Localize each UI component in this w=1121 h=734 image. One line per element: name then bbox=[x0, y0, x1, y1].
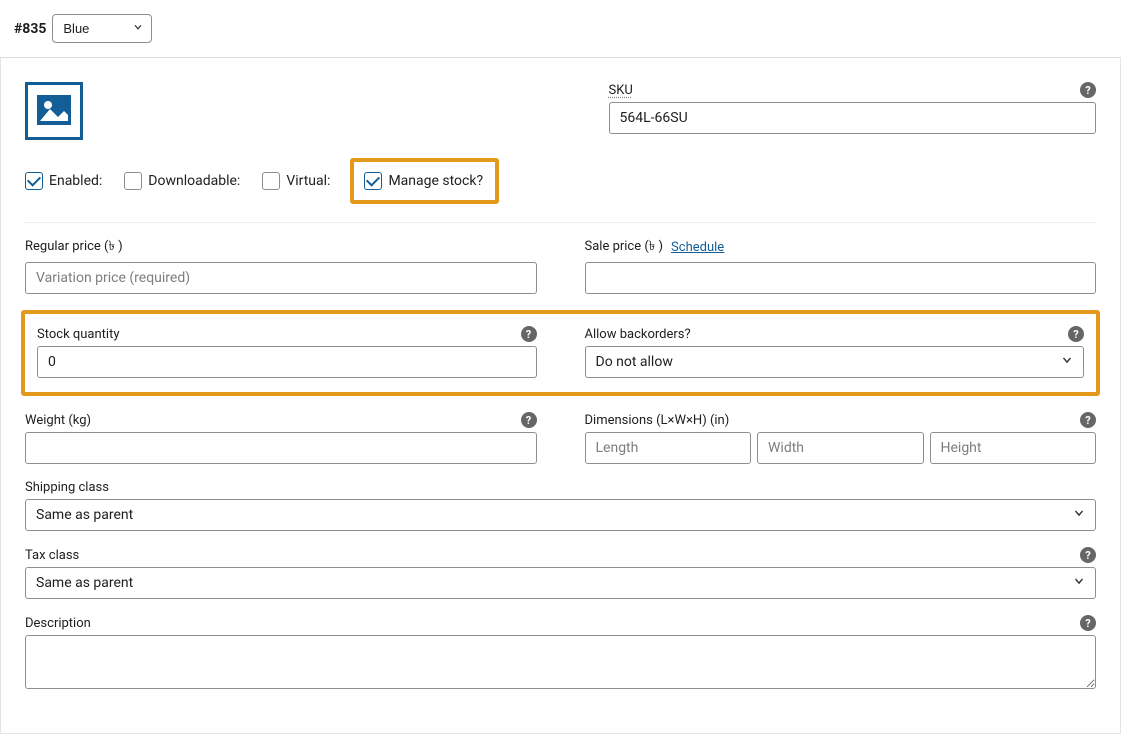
shipping-class-field: Shipping class Same as parent bbox=[25, 480, 1096, 531]
manage-stock-highlight: Manage stock? bbox=[350, 158, 499, 204]
shipping-class-label: Shipping class bbox=[25, 480, 109, 495]
backorders-col: Allow backorders? ? Do not allow bbox=[585, 326, 1085, 378]
backorders-label: Allow backorders? bbox=[585, 327, 691, 342]
description-label-row: Description ? bbox=[25, 615, 1096, 631]
help-icon[interactable]: ? bbox=[1080, 615, 1096, 631]
dimensions-label-row: Dimensions (L×W×H) (in) ? bbox=[585, 412, 1097, 428]
help-icon[interactable]: ? bbox=[1080, 547, 1096, 563]
enabled-checkbox-input[interactable] bbox=[25, 172, 43, 190]
sku-input[interactable] bbox=[609, 102, 1097, 134]
stock-qty-input[interactable] bbox=[37, 346, 537, 378]
top-row: Enabled: Downloadable: Virtual: Manage s… bbox=[25, 82, 1096, 204]
manage-stock-label: Manage stock? bbox=[388, 173, 483, 189]
virtual-checkbox[interactable]: Virtual: bbox=[262, 172, 330, 190]
tax-class-label: Tax class bbox=[25, 548, 79, 563]
top-left-col: Enabled: Downloadable: Virtual: Manage s… bbox=[25, 82, 561, 204]
stock-qty-label-row: Stock quantity ? bbox=[37, 326, 537, 342]
sale-price-label-wrap: Sale price (৳ ) Schedule bbox=[585, 237, 725, 258]
sale-price-label: Sale price (৳ ) bbox=[585, 237, 664, 258]
backorders-select-wrap: Do not allow bbox=[585, 346, 1085, 378]
description-textarea[interactable] bbox=[25, 635, 1096, 689]
top-right-col: SKU ? bbox=[609, 82, 1097, 204]
length-input[interactable] bbox=[585, 432, 752, 464]
dimensions-col: Dimensions (L×W×H) (in) ? bbox=[585, 412, 1097, 464]
backorders-select[interactable]: Do not allow bbox=[585, 346, 1085, 378]
height-input[interactable] bbox=[930, 432, 1097, 464]
description-label: Description bbox=[25, 616, 91, 631]
regular-price-col: Regular price (৳ ) bbox=[25, 237, 537, 294]
shipping-class-label-row: Shipping class bbox=[25, 480, 1096, 495]
sale-price-label-row: Sale price (৳ ) Schedule bbox=[585, 237, 1097, 258]
schedule-link[interactable]: Schedule bbox=[671, 240, 724, 255]
shipping-class-select-wrap: Same as parent bbox=[25, 499, 1096, 531]
help-icon[interactable]: ? bbox=[1080, 82, 1096, 98]
sku-label-row: SKU ? bbox=[609, 82, 1097, 98]
price-row: Regular price (৳ ) Sale price (৳ ) Sched… bbox=[25, 237, 1096, 294]
help-icon[interactable]: ? bbox=[1080, 412, 1096, 428]
sku-label: SKU bbox=[609, 83, 633, 98]
attribute-select-wrap: Blue bbox=[52, 14, 152, 43]
variation-id: #835 bbox=[14, 21, 46, 37]
checkboxes-row: Enabled: Downloadable: Virtual: Manage s… bbox=[25, 158, 561, 204]
divider bbox=[25, 222, 1096, 223]
help-icon[interactable]: ? bbox=[1068, 326, 1084, 342]
variation-panel: Enabled: Downloadable: Virtual: Manage s… bbox=[0, 58, 1121, 734]
enabled-checkbox[interactable]: Enabled: bbox=[25, 172, 102, 190]
shipping-class-select[interactable]: Same as parent bbox=[25, 499, 1096, 531]
regular-price-input[interactable] bbox=[25, 262, 537, 294]
stock-qty-col: Stock quantity ? bbox=[37, 326, 537, 378]
manage-stock-checkbox[interactable]: Manage stock? bbox=[364, 172, 483, 190]
regular-price-label-row: Regular price (৳ ) bbox=[25, 237, 537, 258]
weight-label: Weight (kg) bbox=[25, 413, 91, 428]
enabled-label: Enabled: bbox=[49, 173, 102, 189]
stock-highlight: Stock quantity ? Allow backorders? ? Do … bbox=[21, 310, 1100, 396]
weight-col: Weight (kg) ? bbox=[25, 412, 537, 464]
variation-header: #835 Blue bbox=[0, 0, 1121, 58]
width-input[interactable] bbox=[757, 432, 924, 464]
backorders-label-row: Allow backorders? ? bbox=[585, 326, 1085, 342]
tax-class-select-wrap: Same as parent bbox=[25, 567, 1096, 599]
weight-input[interactable] bbox=[25, 432, 537, 464]
variation-image-placeholder[interactable] bbox=[25, 82, 83, 140]
dimensions-label: Dimensions (L×W×H) (in) bbox=[585, 413, 730, 428]
help-icon[interactable]: ? bbox=[521, 326, 537, 342]
stock-qty-label: Stock quantity bbox=[37, 327, 120, 342]
tax-class-field: Tax class ? Same as parent bbox=[25, 547, 1096, 599]
downloadable-label: Downloadable: bbox=[148, 173, 240, 189]
virtual-checkbox-input[interactable] bbox=[262, 172, 280, 190]
downloadable-checkbox[interactable]: Downloadable: bbox=[124, 172, 240, 190]
description-field: Description ? bbox=[25, 615, 1096, 693]
manage-stock-checkbox-input[interactable] bbox=[364, 172, 382, 190]
dimensions-inputs bbox=[585, 432, 1097, 464]
virtual-label: Virtual: bbox=[286, 173, 330, 189]
tax-class-select[interactable]: Same as parent bbox=[25, 567, 1096, 599]
help-icon[interactable]: ? bbox=[521, 412, 537, 428]
image-icon bbox=[34, 91, 74, 131]
downloadable-checkbox-input[interactable] bbox=[124, 172, 142, 190]
sale-price-input[interactable] bbox=[585, 262, 1097, 294]
regular-price-label: Regular price (৳ ) bbox=[25, 237, 123, 258]
tax-class-label-row: Tax class ? bbox=[25, 547, 1096, 563]
shipping-row: Weight (kg) ? Dimensions (L×W×H) (in) ? bbox=[25, 412, 1096, 464]
weight-label-row: Weight (kg) ? bbox=[25, 412, 537, 428]
attribute-select[interactable]: Blue bbox=[52, 14, 152, 43]
sale-price-col: Sale price (৳ ) Schedule bbox=[585, 237, 1097, 294]
